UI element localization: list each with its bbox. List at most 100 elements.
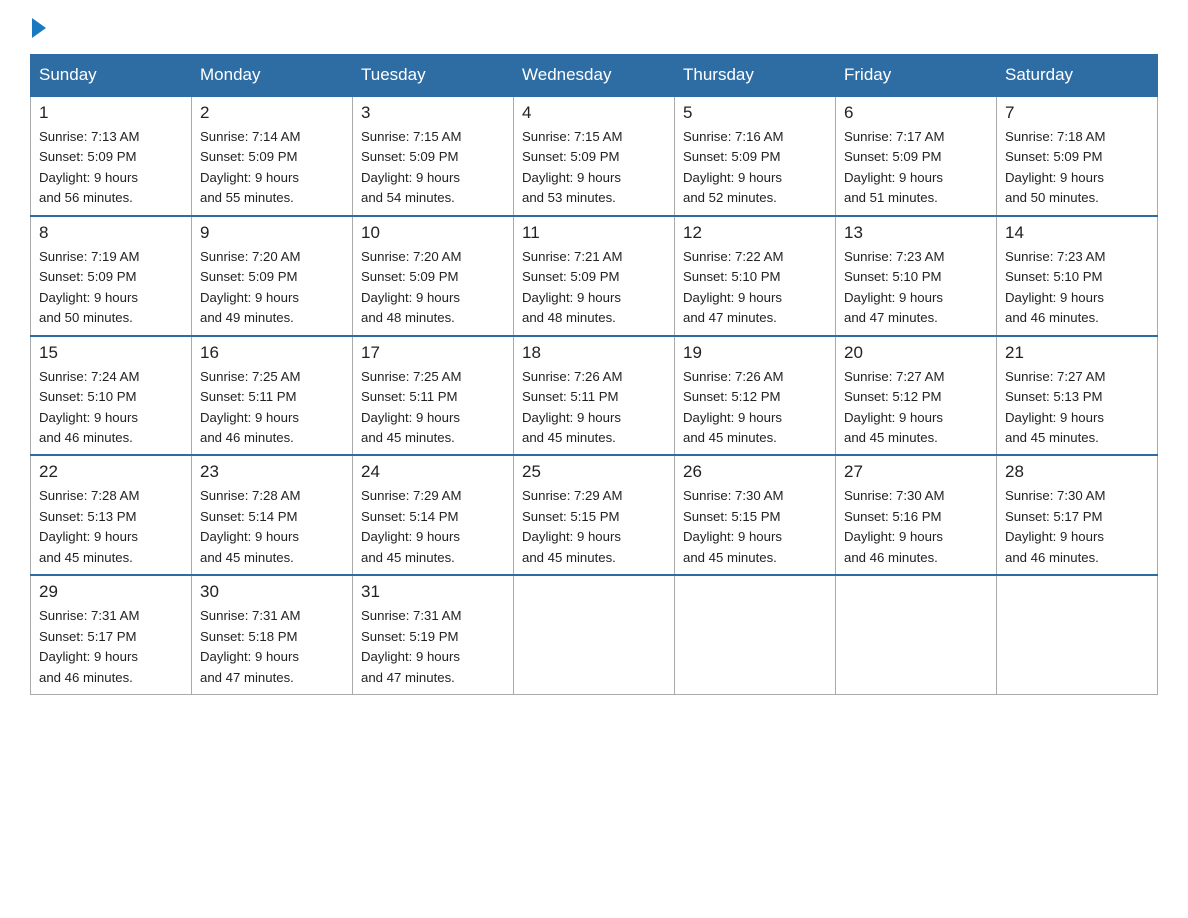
day-number: 27	[844, 462, 988, 482]
day-info: Sunrise: 7:23 AMSunset: 5:10 PMDaylight:…	[844, 249, 944, 325]
day-info: Sunrise: 7:30 AMSunset: 5:15 PMDaylight:…	[683, 488, 783, 564]
calendar-day-cell: 19 Sunrise: 7:26 AMSunset: 5:12 PMDaylig…	[675, 336, 836, 456]
calendar-day-cell: 27 Sunrise: 7:30 AMSunset: 5:16 PMDaylig…	[836, 455, 997, 575]
calendar-day-cell: 20 Sunrise: 7:27 AMSunset: 5:12 PMDaylig…	[836, 336, 997, 456]
day-info: Sunrise: 7:15 AMSunset: 5:09 PMDaylight:…	[522, 129, 622, 205]
calendar-week-row: 1 Sunrise: 7:13 AMSunset: 5:09 PMDayligh…	[31, 96, 1158, 216]
day-info: Sunrise: 7:22 AMSunset: 5:10 PMDaylight:…	[683, 249, 783, 325]
calendar-week-row: 29 Sunrise: 7:31 AMSunset: 5:17 PMDaylig…	[31, 575, 1158, 694]
calendar-day-cell: 30 Sunrise: 7:31 AMSunset: 5:18 PMDaylig…	[192, 575, 353, 694]
day-number: 1	[39, 103, 183, 123]
day-number: 15	[39, 343, 183, 363]
day-info: Sunrise: 7:30 AMSunset: 5:16 PMDaylight:…	[844, 488, 944, 564]
calendar-day-cell: 3 Sunrise: 7:15 AMSunset: 5:09 PMDayligh…	[353, 96, 514, 216]
day-number: 23	[200, 462, 344, 482]
calendar-header-row: SundayMondayTuesdayWednesdayThursdayFrid…	[31, 55, 1158, 97]
calendar-header-monday: Monday	[192, 55, 353, 97]
calendar-day-cell: 8 Sunrise: 7:19 AMSunset: 5:09 PMDayligh…	[31, 216, 192, 336]
calendar-week-row: 8 Sunrise: 7:19 AMSunset: 5:09 PMDayligh…	[31, 216, 1158, 336]
calendar-day-cell: 6 Sunrise: 7:17 AMSunset: 5:09 PMDayligh…	[836, 96, 997, 216]
calendar-header-saturday: Saturday	[997, 55, 1158, 97]
day-number: 16	[200, 343, 344, 363]
calendar-header-tuesday: Tuesday	[353, 55, 514, 97]
day-number: 28	[1005, 462, 1149, 482]
day-number: 30	[200, 582, 344, 602]
calendar-header-wednesday: Wednesday	[514, 55, 675, 97]
page-header	[30, 20, 1158, 38]
calendar-day-cell	[675, 575, 836, 694]
calendar-day-cell: 13 Sunrise: 7:23 AMSunset: 5:10 PMDaylig…	[836, 216, 997, 336]
calendar-day-cell: 14 Sunrise: 7:23 AMSunset: 5:10 PMDaylig…	[997, 216, 1158, 336]
calendar-day-cell: 31 Sunrise: 7:31 AMSunset: 5:19 PMDaylig…	[353, 575, 514, 694]
day-info: Sunrise: 7:16 AMSunset: 5:09 PMDaylight:…	[683, 129, 783, 205]
calendar-day-cell: 26 Sunrise: 7:30 AMSunset: 5:15 PMDaylig…	[675, 455, 836, 575]
day-number: 10	[361, 223, 505, 243]
day-info: Sunrise: 7:13 AMSunset: 5:09 PMDaylight:…	[39, 129, 139, 205]
day-number: 14	[1005, 223, 1149, 243]
calendar-week-row: 15 Sunrise: 7:24 AMSunset: 5:10 PMDaylig…	[31, 336, 1158, 456]
day-number: 24	[361, 462, 505, 482]
calendar-day-cell: 28 Sunrise: 7:30 AMSunset: 5:17 PMDaylig…	[997, 455, 1158, 575]
day-info: Sunrise: 7:17 AMSunset: 5:09 PMDaylight:…	[844, 129, 944, 205]
day-info: Sunrise: 7:25 AMSunset: 5:11 PMDaylight:…	[200, 369, 300, 445]
day-number: 13	[844, 223, 988, 243]
day-number: 22	[39, 462, 183, 482]
logo	[30, 20, 46, 38]
day-number: 21	[1005, 343, 1149, 363]
day-number: 2	[200, 103, 344, 123]
calendar-week-row: 22 Sunrise: 7:28 AMSunset: 5:13 PMDaylig…	[31, 455, 1158, 575]
calendar-day-cell: 7 Sunrise: 7:18 AMSunset: 5:09 PMDayligh…	[997, 96, 1158, 216]
calendar-day-cell	[997, 575, 1158, 694]
day-info: Sunrise: 7:31 AMSunset: 5:17 PMDaylight:…	[39, 608, 139, 684]
calendar-day-cell: 29 Sunrise: 7:31 AMSunset: 5:17 PMDaylig…	[31, 575, 192, 694]
day-number: 8	[39, 223, 183, 243]
day-info: Sunrise: 7:26 AMSunset: 5:12 PMDaylight:…	[683, 369, 783, 445]
day-info: Sunrise: 7:31 AMSunset: 5:18 PMDaylight:…	[200, 608, 300, 684]
day-number: 6	[844, 103, 988, 123]
day-info: Sunrise: 7:24 AMSunset: 5:10 PMDaylight:…	[39, 369, 139, 445]
day-info: Sunrise: 7:25 AMSunset: 5:11 PMDaylight:…	[361, 369, 461, 445]
day-info: Sunrise: 7:20 AMSunset: 5:09 PMDaylight:…	[361, 249, 461, 325]
calendar-header-thursday: Thursday	[675, 55, 836, 97]
day-number: 25	[522, 462, 666, 482]
day-number: 12	[683, 223, 827, 243]
day-number: 31	[361, 582, 505, 602]
calendar-day-cell: 11 Sunrise: 7:21 AMSunset: 5:09 PMDaylig…	[514, 216, 675, 336]
calendar-day-cell: 24 Sunrise: 7:29 AMSunset: 5:14 PMDaylig…	[353, 455, 514, 575]
day-number: 26	[683, 462, 827, 482]
day-number: 7	[1005, 103, 1149, 123]
calendar-day-cell: 17 Sunrise: 7:25 AMSunset: 5:11 PMDaylig…	[353, 336, 514, 456]
day-number: 9	[200, 223, 344, 243]
day-info: Sunrise: 7:23 AMSunset: 5:10 PMDaylight:…	[1005, 249, 1105, 325]
calendar-day-cell: 23 Sunrise: 7:28 AMSunset: 5:14 PMDaylig…	[192, 455, 353, 575]
day-info: Sunrise: 7:21 AMSunset: 5:09 PMDaylight:…	[522, 249, 622, 325]
day-info: Sunrise: 7:27 AMSunset: 5:12 PMDaylight:…	[844, 369, 944, 445]
calendar-day-cell: 16 Sunrise: 7:25 AMSunset: 5:11 PMDaylig…	[192, 336, 353, 456]
day-number: 20	[844, 343, 988, 363]
day-info: Sunrise: 7:29 AMSunset: 5:15 PMDaylight:…	[522, 488, 622, 564]
calendar-header-friday: Friday	[836, 55, 997, 97]
day-info: Sunrise: 7:31 AMSunset: 5:19 PMDaylight:…	[361, 608, 461, 684]
day-info: Sunrise: 7:28 AMSunset: 5:13 PMDaylight:…	[39, 488, 139, 564]
calendar-day-cell: 5 Sunrise: 7:16 AMSunset: 5:09 PMDayligh…	[675, 96, 836, 216]
calendar-day-cell	[514, 575, 675, 694]
calendar-day-cell	[836, 575, 997, 694]
day-info: Sunrise: 7:20 AMSunset: 5:09 PMDaylight:…	[200, 249, 300, 325]
calendar-day-cell: 10 Sunrise: 7:20 AMSunset: 5:09 PMDaylig…	[353, 216, 514, 336]
calendar-header-sunday: Sunday	[31, 55, 192, 97]
calendar-day-cell: 9 Sunrise: 7:20 AMSunset: 5:09 PMDayligh…	[192, 216, 353, 336]
day-info: Sunrise: 7:15 AMSunset: 5:09 PMDaylight:…	[361, 129, 461, 205]
calendar-day-cell: 2 Sunrise: 7:14 AMSunset: 5:09 PMDayligh…	[192, 96, 353, 216]
day-number: 17	[361, 343, 505, 363]
day-info: Sunrise: 7:18 AMSunset: 5:09 PMDaylight:…	[1005, 129, 1105, 205]
day-info: Sunrise: 7:30 AMSunset: 5:17 PMDaylight:…	[1005, 488, 1105, 564]
calendar-day-cell: 4 Sunrise: 7:15 AMSunset: 5:09 PMDayligh…	[514, 96, 675, 216]
day-number: 3	[361, 103, 505, 123]
day-number: 29	[39, 582, 183, 602]
calendar-day-cell: 25 Sunrise: 7:29 AMSunset: 5:15 PMDaylig…	[514, 455, 675, 575]
logo-arrow-icon	[32, 18, 46, 38]
calendar-day-cell: 21 Sunrise: 7:27 AMSunset: 5:13 PMDaylig…	[997, 336, 1158, 456]
calendar-day-cell: 18 Sunrise: 7:26 AMSunset: 5:11 PMDaylig…	[514, 336, 675, 456]
calendar-day-cell: 22 Sunrise: 7:28 AMSunset: 5:13 PMDaylig…	[31, 455, 192, 575]
day-info: Sunrise: 7:19 AMSunset: 5:09 PMDaylight:…	[39, 249, 139, 325]
